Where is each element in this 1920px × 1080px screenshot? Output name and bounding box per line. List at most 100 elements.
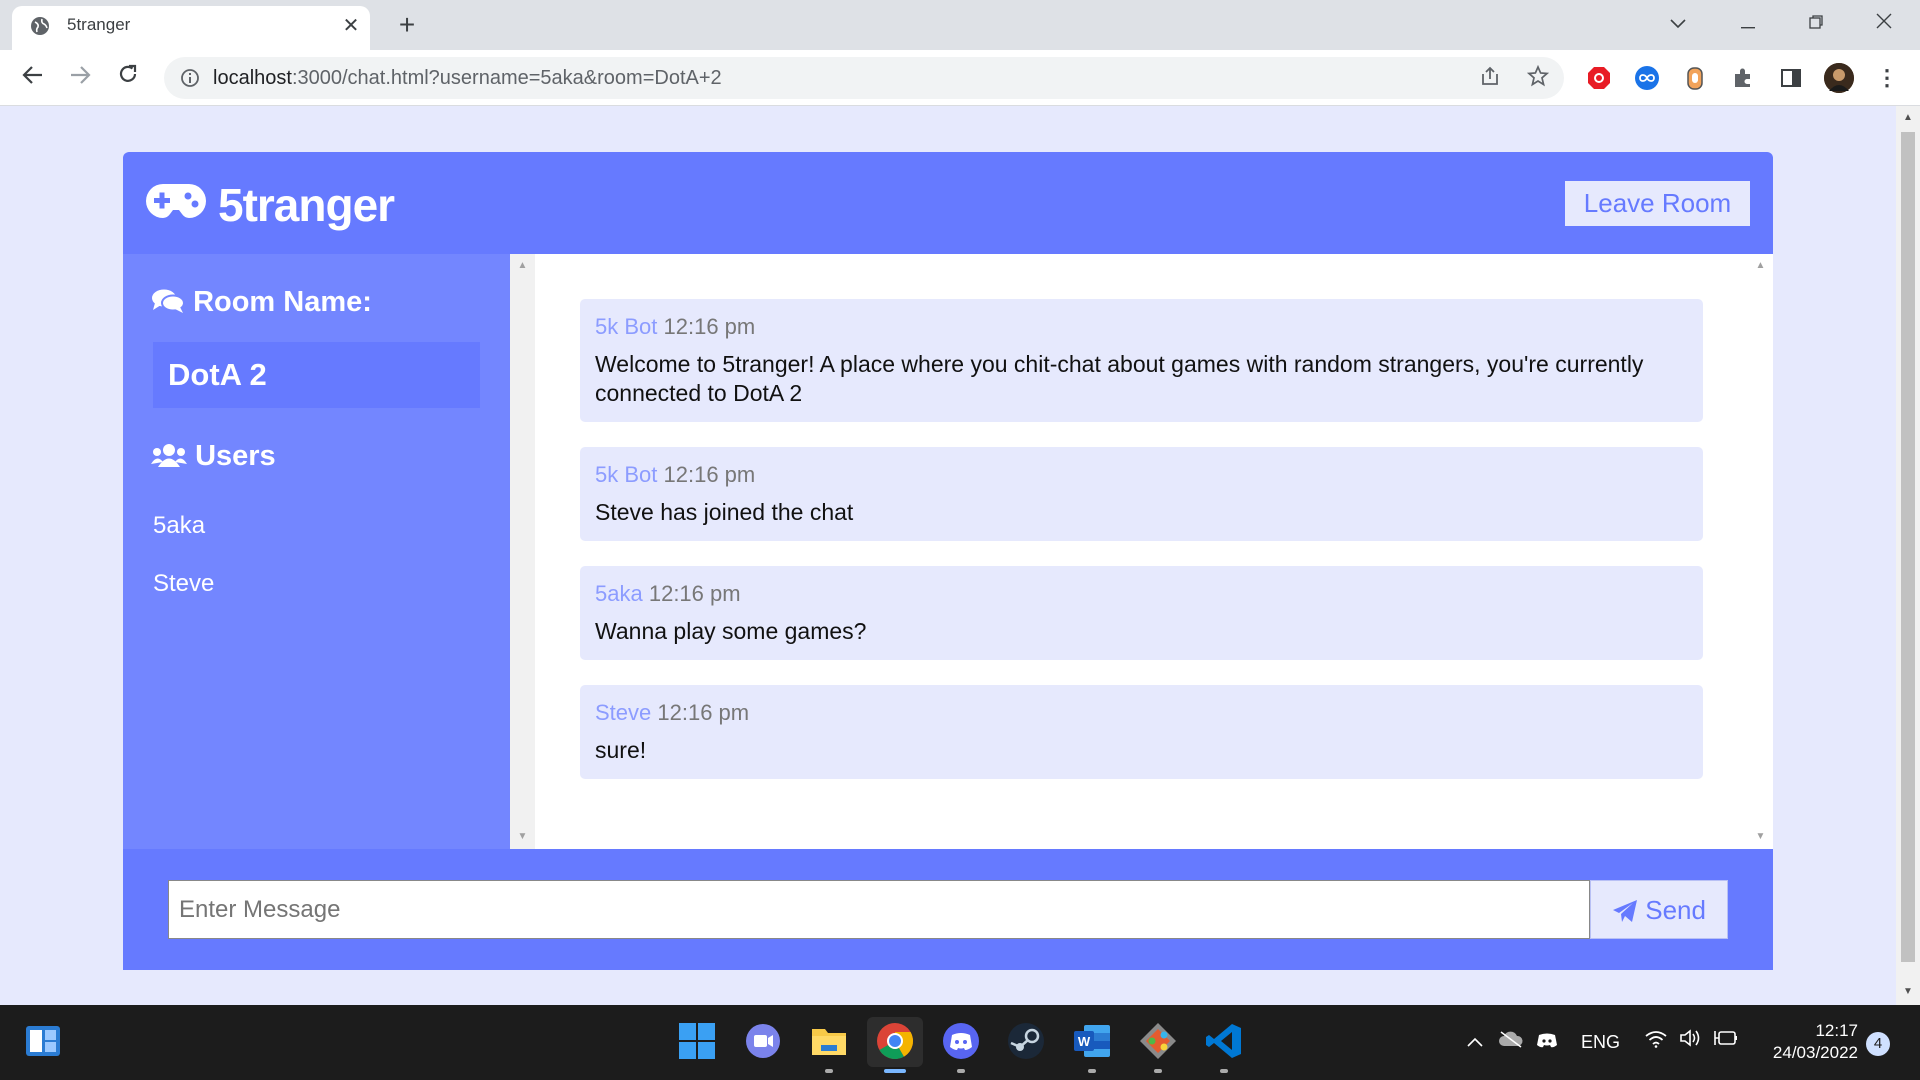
chat-message: 5k Bot 12:16 pm Steve has joined the cha…: [580, 447, 1703, 541]
sourcetree-icon[interactable]: [1138, 1021, 1178, 1061]
page-scrollbar[interactable]: ▲ ▼: [1896, 106, 1920, 1005]
svg-text:W: W: [1078, 1034, 1091, 1049]
scroll-down-arrow-icon[interactable]: ▼: [1748, 831, 1773, 842]
browser-tab[interactable]: 5tranger ✕: [12, 6, 370, 50]
chat-message: Steve 12:16 pm sure!: [580, 685, 1703, 779]
comments-icon: [151, 286, 193, 318]
chrome-icon[interactable]: [875, 1021, 915, 1061]
taskbar-running-indicator: [957, 1069, 965, 1073]
profile-avatar[interactable]: [1824, 63, 1854, 93]
message-time: 12:16 pm: [648, 581, 741, 606]
url-host: localhost: [213, 67, 292, 89]
message-time: 12:16 pm: [657, 700, 750, 725]
show-hidden-icons-icon[interactable]: [1466, 1005, 1484, 1080]
word-icon[interactable]: W: [1072, 1021, 1112, 1061]
scroll-up-arrow-icon[interactable]: ▲: [1896, 112, 1920, 123]
taskbar-running-indicator: [1220, 1069, 1228, 1073]
scroll-down-arrow-icon[interactable]: ▼: [1896, 986, 1920, 997]
site-info-icon[interactable]: [180, 68, 200, 93]
reload-icon[interactable]: [113, 63, 143, 93]
back-arrow-icon[interactable]: [18, 63, 48, 93]
taskbar-running-indicator: [1088, 1069, 1096, 1073]
send-label: Send: [1645, 895, 1706, 925]
scroll-down-arrow-icon[interactable]: ▼: [510, 831, 535, 842]
close-window-icon[interactable]: [1866, 8, 1902, 38]
message-time: 12:16 pm: [663, 462, 756, 487]
browser-toolbar: localhost:3000/chat.html?username=5aka&r…: [0, 50, 1920, 106]
bookmark-star-icon[interactable]: [1525, 64, 1551, 91]
share-icon[interactable]: [1477, 65, 1503, 91]
notification-badge[interactable]: 4: [1866, 1032, 1890, 1056]
chat-message: 5aka 12:16 pm Wanna play some games?: [580, 566, 1703, 660]
gamepad-icon: [145, 182, 207, 225]
clock-time: 12:17: [1815, 1021, 1858, 1040]
message-meta: 5k Bot 12:16 pm: [595, 314, 1688, 340]
chat-messages: 5k Bot 12:16 pm Welcome to 5tranger! A p…: [535, 254, 1748, 849]
url-path: :3000/chat.html?username=5aka&room=DotA+…: [291, 67, 722, 89]
forward-arrow-icon[interactable]: [65, 63, 95, 93]
taskbar-running-indicator: [825, 1069, 833, 1073]
restore-icon[interactable]: [1798, 8, 1834, 38]
message-text: Wanna play some games?: [595, 618, 867, 644]
room-name-label: Room Name:: [193, 286, 372, 318]
chat-header: 5tranger Leave Room: [123, 152, 1773, 254]
message-author: 5k Bot: [595, 462, 658, 487]
tab-close-icon[interactable]: ✕: [340, 15, 362, 37]
room-name-box: DotA 2: [153, 342, 480, 408]
minimize-icon[interactable]: [1730, 8, 1766, 38]
message-text: Welcome to 5tranger! A place where you c…: [595, 351, 1644, 406]
sidebar-scrollbar[interactable]: ▲ ▼: [510, 254, 535, 849]
send-button[interactable]: Send: [1590, 880, 1728, 939]
chat-container: 5tranger Leave Room Room Name: DotA 2 Us…: [123, 152, 1773, 970]
page-scrollbar-thumb[interactable]: [1901, 132, 1915, 962]
messages-scrollbar[interactable]: ▲ ▼: [1748, 254, 1773, 849]
wifi-icon[interactable]: [1645, 1005, 1667, 1080]
extension-jar-icon[interactable]: [1680, 63, 1710, 93]
chat-message: 5k Bot 12:16 pm Welcome to 5tranger! A p…: [580, 299, 1703, 422]
tab-search-icon[interactable]: [1660, 8, 1696, 38]
file-explorer-icon[interactable]: [809, 1021, 849, 1061]
steam-icon[interactable]: [1006, 1021, 1046, 1061]
teams-chat-icon[interactable]: [743, 1021, 783, 1061]
widgets-icon[interactable]: [25, 1025, 63, 1059]
leave-room-button[interactable]: Leave Room: [1565, 181, 1750, 226]
side-panel-icon[interactable]: [1776, 63, 1806, 93]
infinity-extension-icon[interactable]: [1632, 63, 1662, 93]
message-text: sure!: [595, 737, 647, 763]
address-bar[interactable]: localhost:3000/chat.html?username=5aka&r…: [164, 57, 1564, 99]
message-meta: Steve 12:16 pm: [595, 700, 1688, 726]
browser-tab-bar: 5tranger ✕ +: [0, 0, 1920, 50]
discord-icon[interactable]: [941, 1021, 981, 1061]
globe-icon: [30, 16, 50, 41]
user-list-item: 5aka: [153, 512, 206, 539]
adblock-extension-icon[interactable]: [1584, 63, 1614, 93]
message-time: 12:16 pm: [663, 314, 756, 339]
users-heading: Users: [151, 440, 276, 473]
message-author: 5k Bot: [595, 314, 658, 339]
message-author: 5aka: [595, 581, 643, 606]
scroll-up-arrow-icon[interactable]: ▲: [510, 260, 535, 271]
chat-footer: Send: [123, 849, 1773, 970]
tab-title: 5tranger: [67, 15, 131, 34]
vscode-icon[interactable]: [1204, 1021, 1244, 1061]
message-input[interactable]: [168, 880, 1590, 939]
taskbar-active-indicator: [884, 1069, 906, 1073]
url-text: localhost:3000/chat.html?username=5aka&r…: [213, 57, 722, 99]
paper-plane-icon: [1612, 895, 1645, 925]
language-indicator[interactable]: ENG: [1581, 1005, 1620, 1080]
browser-menu-icon[interactable]: ⋮: [1872, 63, 1902, 93]
extensions-puzzle-icon[interactable]: [1728, 63, 1758, 93]
onedrive-cloud-icon[interactable]: [1498, 1005, 1524, 1080]
volume-icon[interactable]: [1679, 1005, 1703, 1080]
discord-tray-icon[interactable]: [1536, 1005, 1558, 1080]
message-text: Steve has joined the chat: [595, 499, 854, 525]
room-name-heading: Room Name:: [151, 286, 372, 319]
battery-icon[interactable]: [1714, 1005, 1738, 1080]
app-logo-text: 5tranger: [218, 179, 395, 231]
system-clock[interactable]: 12:17 24/03/2022: [1748, 1020, 1858, 1064]
scroll-up-arrow-icon[interactable]: ▲: [1748, 260, 1773, 271]
windows-start-icon[interactable]: [677, 1021, 717, 1061]
room-name: DotA 2: [168, 357, 267, 392]
chat-sidebar: Room Name: DotA 2 Users 5aka Steve: [123, 254, 510, 849]
new-tab-button[interactable]: +: [392, 10, 422, 40]
